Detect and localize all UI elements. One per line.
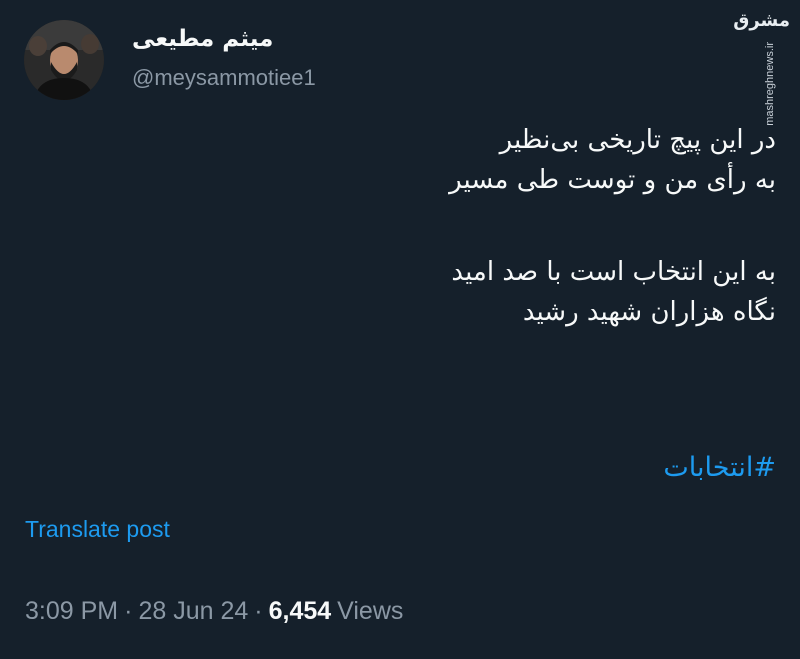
timestamp-time[interactable]: 3:09 PM bbox=[25, 597, 118, 625]
tweet-meta: 3:09 PM · 28 Jun 24 · 6,454 Views bbox=[25, 597, 403, 626]
author-display-name[interactable]: میثم مطیعی bbox=[132, 26, 273, 52]
watermark-site: mashreghnews.ir bbox=[764, 42, 776, 126]
meta-separator: · bbox=[254, 597, 263, 625]
watermark: مشرق mashreghnews.ir bbox=[733, 10, 790, 126]
watermark-logo: مشرق bbox=[733, 10, 790, 31]
tweet-line: در این پیچ تاریخی بی‌نظیر bbox=[499, 125, 776, 155]
avatar[interactable] bbox=[24, 20, 104, 100]
tweet-line: نگاه هزاران شهید رشید bbox=[522, 297, 776, 327]
tweet-body: در این پیچ تاریخی بی‌نظیر به رأی من و تو… bbox=[136, 120, 776, 332]
views-count: 6,454 bbox=[268, 597, 332, 625]
tweet-line: به این انتخاب است با صد امید bbox=[451, 257, 776, 287]
author-handle[interactable]: @meysammotiee1 bbox=[132, 65, 316, 91]
hashtag-link[interactable]: #انتخابات bbox=[663, 452, 776, 483]
translate-post-link[interactable]: Translate post bbox=[25, 516, 170, 543]
views-label: Views bbox=[337, 597, 404, 625]
profile-photo-icon bbox=[24, 20, 104, 100]
meta-separator: · bbox=[124, 597, 133, 625]
timestamp-date[interactable]: 28 Jun 24 bbox=[138, 597, 248, 625]
tweet-line: به رأی من و توست طی مسیر bbox=[449, 165, 776, 195]
